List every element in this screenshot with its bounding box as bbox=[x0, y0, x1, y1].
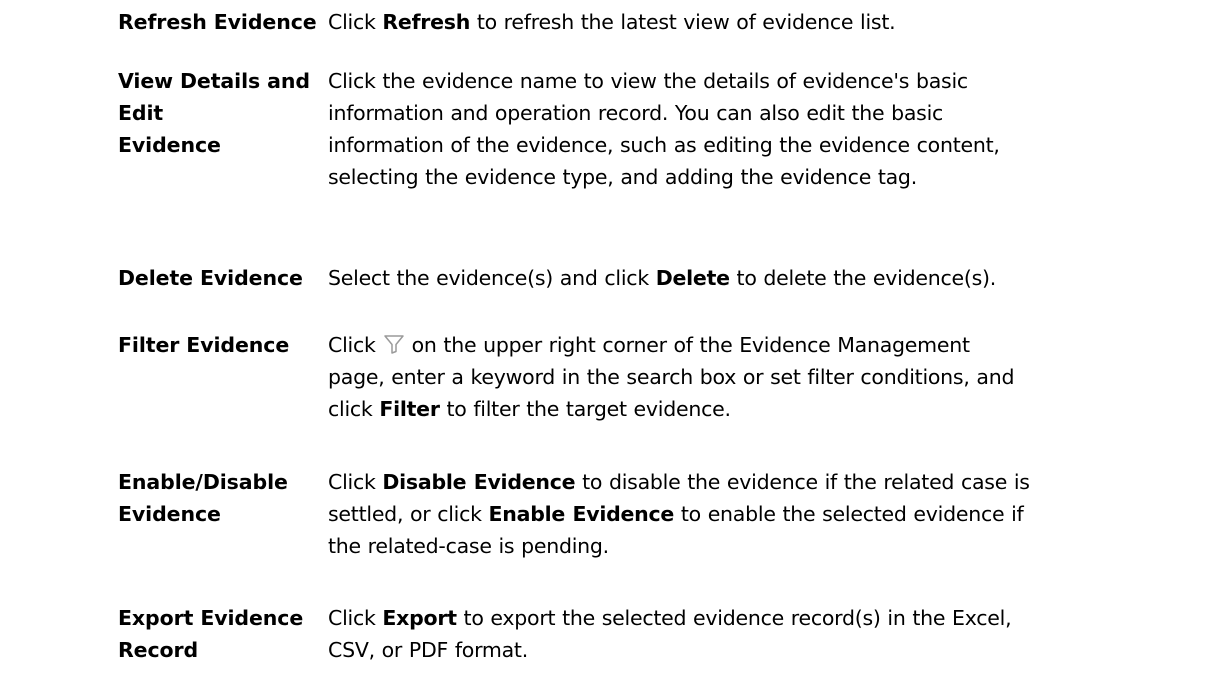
filter-icon bbox=[382, 332, 406, 356]
action-label: Delete Evidence bbox=[118, 266, 303, 290]
action-description: Click on the upper right corner of the Ev… bbox=[328, 332, 1015, 421]
action-label: Export Evidence Record bbox=[118, 606, 304, 662]
action-description: Select the evidence(s) and click Delete … bbox=[328, 266, 997, 290]
bold-term: Enable Evidence bbox=[488, 502, 675, 526]
bold-term: Refresh bbox=[382, 10, 471, 34]
action-description: Click Refresh to refresh the latest view… bbox=[328, 10, 896, 34]
action-label: Filter Evidence bbox=[118, 333, 290, 357]
bold-term: Filter bbox=[379, 397, 440, 421]
action-label: View Details and Edit Evidence bbox=[118, 69, 310, 157]
action-label: Refresh Evidence bbox=[118, 10, 317, 34]
bold-term: Delete bbox=[655, 266, 730, 290]
action-description: Click the evidence name to view the deta… bbox=[328, 69, 1000, 189]
action-description: Click Export to export the selected evid… bbox=[328, 606, 1012, 662]
bold-term: Export bbox=[382, 606, 457, 630]
action-description: Click Disable Evidence to disable the ev… bbox=[328, 470, 1030, 558]
action-label: Enable/Disable Evidence bbox=[118, 470, 288, 526]
bold-term: Disable Evidence bbox=[382, 470, 576, 494]
